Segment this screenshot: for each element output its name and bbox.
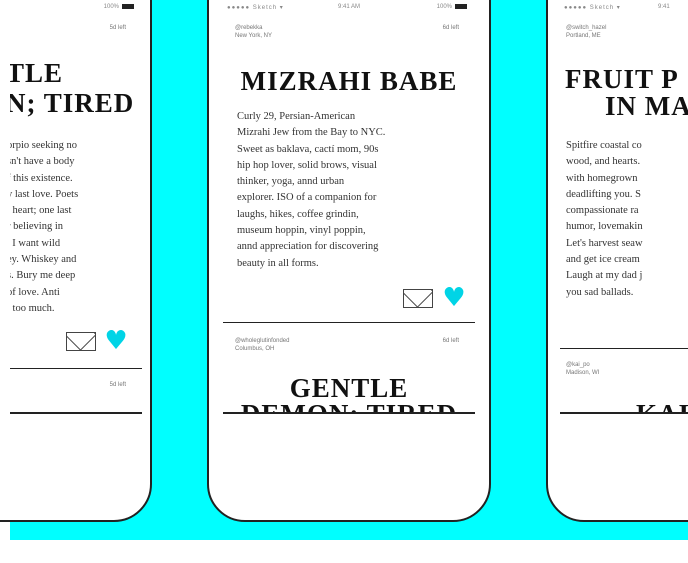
bio-line: hip hop lover, solid brows, visual [237,159,377,171]
time-left-label: 5d left [109,382,126,388]
bio-line: sn't have a body [10,156,75,168]
card-meta: @switch_hazel Portland, ME [566,24,688,40]
profile-card[interactable]: @switch_hazel Portland, ME FRUIT P IN MA… [560,2,688,352]
bio-line: deadlifting you. S [566,188,641,200]
card-title: FRUIT P IN MA [565,66,688,120]
time-left-label: 6d left [442,338,459,344]
bio-line: . I want wild [10,237,61,249]
bio-line: s. Bury me deep [10,270,76,282]
profile-card[interactable]: 5d left [10,369,142,412]
phone-center-screen[interactable]: ●●●●● Sketch ▾ 9:41 AM 100% @rebekka New… [223,2,475,414]
bio-line: ey. Whiskey and [10,254,77,266]
location: Madison, WI [566,370,600,376]
card-title: GENTLE DEMON; TIRED [223,373,475,414]
bio-line: Let's harvest seaw [566,237,643,249]
envelope-icon[interactable] [66,332,96,351]
bio-line: thinker, yoga, annd urban [237,176,345,188]
bio-line: r believing in [10,221,63,233]
bio-line: l heart; one last [10,205,72,217]
card-bio: Spitfire coastal co wood, and hearts. wi… [566,138,688,301]
card-meta: @kai_po Madison, WI [566,361,688,377]
heart-icon[interactable]: ♥ [104,328,128,354]
location: New York, NY [235,33,273,39]
profile-card[interactable]: 5d left TLE N; TIRED orpio seeking no sn… [10,2,142,372]
bio-line: annd appreciation for discovering [237,241,379,253]
title-line: FRUIT P [565,64,679,94]
bio-line: museum hoppin, vinyl poppin, [237,225,366,237]
card-title: MIZRAHI BABE [240,66,458,96]
bio-line: humor, lovemakin [566,221,643,233]
bio-line: beauty in all forms. [237,257,319,269]
phone-center: ●●●●● Sketch ▾ 9:41 AM 100% @rebekka New… [207,0,491,522]
bio-line: wood, and hearts. [566,156,641,168]
bio-line: explorer. ISO of a companion for [237,192,377,204]
title-line: IN MA [605,91,688,121]
bio-line: compassionate ra [566,205,639,217]
phone-left: 100% 5d left TLE N; TIRED orpio seeking … [0,0,152,522]
bio-line: you sad ballads. [566,286,634,298]
bio-line: orpio seeking no [10,140,77,151]
bio-line: of love. Anti [10,286,60,298]
profile-card[interactable]: @kai_po Madison, WI KAI [560,349,688,412]
time-left-label: 5d left [109,25,126,31]
bio-line: Sweet as baklava, cactí mom, 90s [237,143,379,155]
username: @kai_po [566,362,590,368]
username: @switch_hazel [566,25,607,31]
bio-line: with homegrown [566,172,638,184]
bio-line: y last love. Poets [10,188,79,200]
bio-line: and get ice cream [566,254,640,266]
bio-line: Mizrahi Jew from the Bay to NYC. [237,127,386,139]
bio-line: laughs, hikes, coffee grindin, [237,208,359,220]
heart-icon[interactable]: ♥ [442,285,466,311]
bio-line: Laugh at my dad j [566,270,643,282]
title-line: DEMON; TIRED [240,399,458,414]
location: Portland, ME [566,33,601,39]
phone-left-screen[interactable]: 100% 5d left TLE N; TIRED orpio seeking … [10,2,142,414]
profile-card[interactable]: @wholeglutinfonded Columbus, OH 6d left … [223,323,475,412]
card-meta: @wholeglutinfonded Columbus, OH 6d left [235,337,467,353]
time-left-label: 6d left [442,25,459,31]
card-title: KAI [636,399,688,414]
card-meta: @rebekka New York, NY 6d left [235,24,467,40]
title-line: GENTLE [289,373,409,403]
bio-line: Spitfire coastal co [566,140,642,151]
bio-line: f this existence. [10,172,73,184]
envelope-icon[interactable] [403,289,433,308]
username: @rebekka [235,25,263,31]
bio-line: t too much. [10,302,55,314]
title-line: N; TIRED [10,88,135,118]
username: @wholeglutinfonded [235,338,290,344]
card-bio: orpio seeking no sn't have a body f this… [10,138,137,317]
app-stage: 100% 5d left TLE N; TIRED orpio seeking … [0,0,688,563]
phone-right-screen[interactable]: ●●●●● Sketch ▾ 9:41 @switch_hazel Portla… [560,2,688,414]
card-title: TLE N; TIRED [10,58,142,118]
title-line: TLE [10,58,64,88]
bio-line: Curly 29, Persian-American [237,111,356,122]
profile-card[interactable]: @rebekka New York, NY 6d left MIZRAHI BA… [223,2,475,362]
location: Columbus, OH [235,346,275,352]
card-bio: Curly 29, Persian-American Mizrahi Jew f… [237,109,473,272]
phone-right: ●●●●● Sketch ▾ 9:41 @switch_hazel Portla… [546,0,688,522]
